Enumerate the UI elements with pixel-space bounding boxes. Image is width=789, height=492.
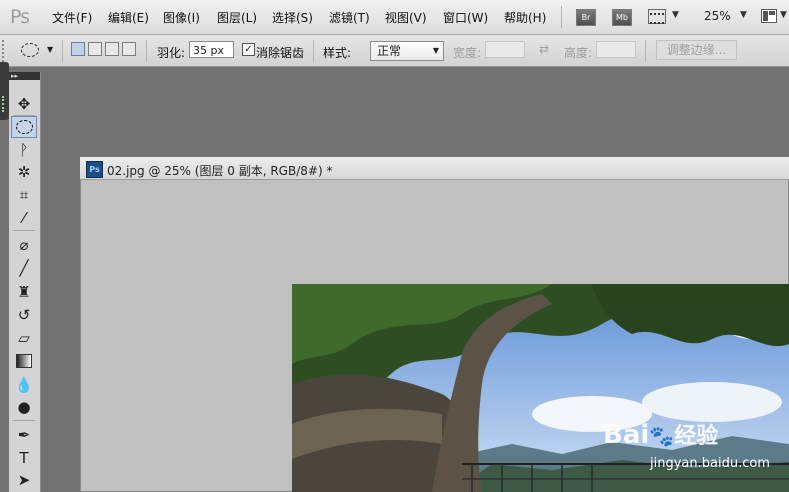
menu-file[interactable]: 文件(F) <box>52 9 92 26</box>
chevron-down-icon[interactable]: ▼ <box>740 10 747 20</box>
options-separator <box>645 40 646 62</box>
menu-layer[interactable]: 图层(L) <box>217 9 257 26</box>
menu-view[interactable]: 视图(V) <box>385 9 427 26</box>
arrange-documents-icon[interactable] <box>761 9 777 23</box>
add-to-selection-button[interactable] <box>88 42 102 56</box>
document-title: 02.jpg @ 25% (图层 0 副本, RGB/8#) * <box>107 164 333 178</box>
elliptical-marquee-preset-icon[interactable] <box>21 43 39 57</box>
menu-help[interactable]: 帮助(H) <box>504 9 546 26</box>
spot-healing-brush-tool-icon[interactable]: ⌀ <box>11 234 37 256</box>
watermark-brand: Bai <box>603 420 650 450</box>
watermark-logo: Bai🐾经验 <box>603 418 718 450</box>
pen-tool-icon[interactable]: ✒ <box>11 424 37 446</box>
blur-tool-icon[interactable]: 💧 <box>11 374 37 396</box>
dodge-tool-icon[interactable]: ● <box>11 396 37 418</box>
menu-separator <box>561 6 562 28</box>
magic-wand-tool-icon[interactable]: ✲ <box>11 161 37 183</box>
options-bar-grip[interactable] <box>2 40 8 62</box>
photoshop-document-icon: Ps <box>86 161 103 178</box>
antialias-label: 消除锯齿 <box>256 46 305 60</box>
chevron-down-icon[interactable]: ▼ <box>780 10 787 20</box>
view-extras-icon[interactable] <box>648 9 666 24</box>
feather-label: 羽化: <box>157 46 186 60</box>
style-select-value: 正常 <box>377 44 402 58</box>
options-separator <box>62 40 63 62</box>
expand-panel-icon[interactable]: ▸▸ <box>11 72 18 80</box>
gradient-tool-icon[interactable] <box>11 350 37 372</box>
menu-image[interactable]: 图像(I) <box>163 9 200 26</box>
history-brush-tool-icon[interactable]: ↺ <box>11 304 37 326</box>
new-selection-mode-button[interactable] <box>71 42 85 56</box>
feather-input[interactable]: 35 px <box>189 41 234 58</box>
options-separator <box>313 40 314 62</box>
clone-stamp-tool-icon[interactable]: ♜ <box>11 281 37 303</box>
intersect-selection-button[interactable] <box>122 42 136 56</box>
brush-tool-icon[interactable]: ╱ <box>11 257 37 279</box>
panel-grip[interactable] <box>2 96 8 112</box>
menu-select[interactable]: 选择(S) <box>272 9 313 26</box>
height-input[interactable] <box>596 41 636 58</box>
eraser-tool-icon[interactable]: ▱ <box>11 327 37 349</box>
watermark-url: jingyan.baidu.com <box>650 456 770 471</box>
antialias-checkbox[interactable]: ✓ <box>242 43 255 56</box>
width-label: 宽度: <box>453 46 482 60</box>
paw-icon: 🐾 <box>649 424 675 448</box>
mini-bridge-button[interactable]: Mb <box>612 9 632 26</box>
elliptical-marquee-tool-icon[interactable] <box>11 116 37 138</box>
move-tool-icon[interactable]: ✥ <box>11 93 37 115</box>
menu-window[interactable]: 窗口(W) <box>443 9 488 26</box>
path-selection-tool-icon[interactable]: ➤ <box>11 469 37 491</box>
chevron-down-icon[interactable]: ▼ <box>47 45 53 54</box>
menu-filter[interactable]: 滤镜(T) <box>329 9 370 26</box>
eyedropper-tool-icon[interactable]: ⁄ <box>11 207 37 229</box>
swap-icon[interactable]: ⇄ <box>539 42 549 56</box>
zoom-level[interactable]: 25% <box>704 9 731 23</box>
watermark-brand-suffix: 经验 <box>674 424 719 449</box>
type-tool-icon[interactable]: T <box>11 447 37 469</box>
photoshop-logo: Ps <box>10 6 30 28</box>
height-label: 高度: <box>564 46 593 60</box>
style-select[interactable]: 正常 ▼ <box>370 41 444 61</box>
bridge-button[interactable]: Br <box>576 9 596 26</box>
subtract-from-selection-button[interactable] <box>105 42 119 56</box>
lasso-tool-icon[interactable]: ᚹ <box>11 139 37 161</box>
style-label: 样式: <box>323 46 352 60</box>
chevron-down-icon[interactable]: ▼ <box>672 10 679 20</box>
crop-tool-icon[interactable]: ⌗ <box>11 184 37 206</box>
menu-edit[interactable]: 编辑(E) <box>108 9 149 26</box>
tool-separator <box>13 230 35 231</box>
refine-edge-button[interactable]: 调整边缘... <box>656 40 737 60</box>
options-separator <box>146 40 147 62</box>
chevron-down-icon: ▼ <box>432 46 439 55</box>
width-input[interactable] <box>485 41 525 58</box>
tool-separator <box>13 420 35 421</box>
